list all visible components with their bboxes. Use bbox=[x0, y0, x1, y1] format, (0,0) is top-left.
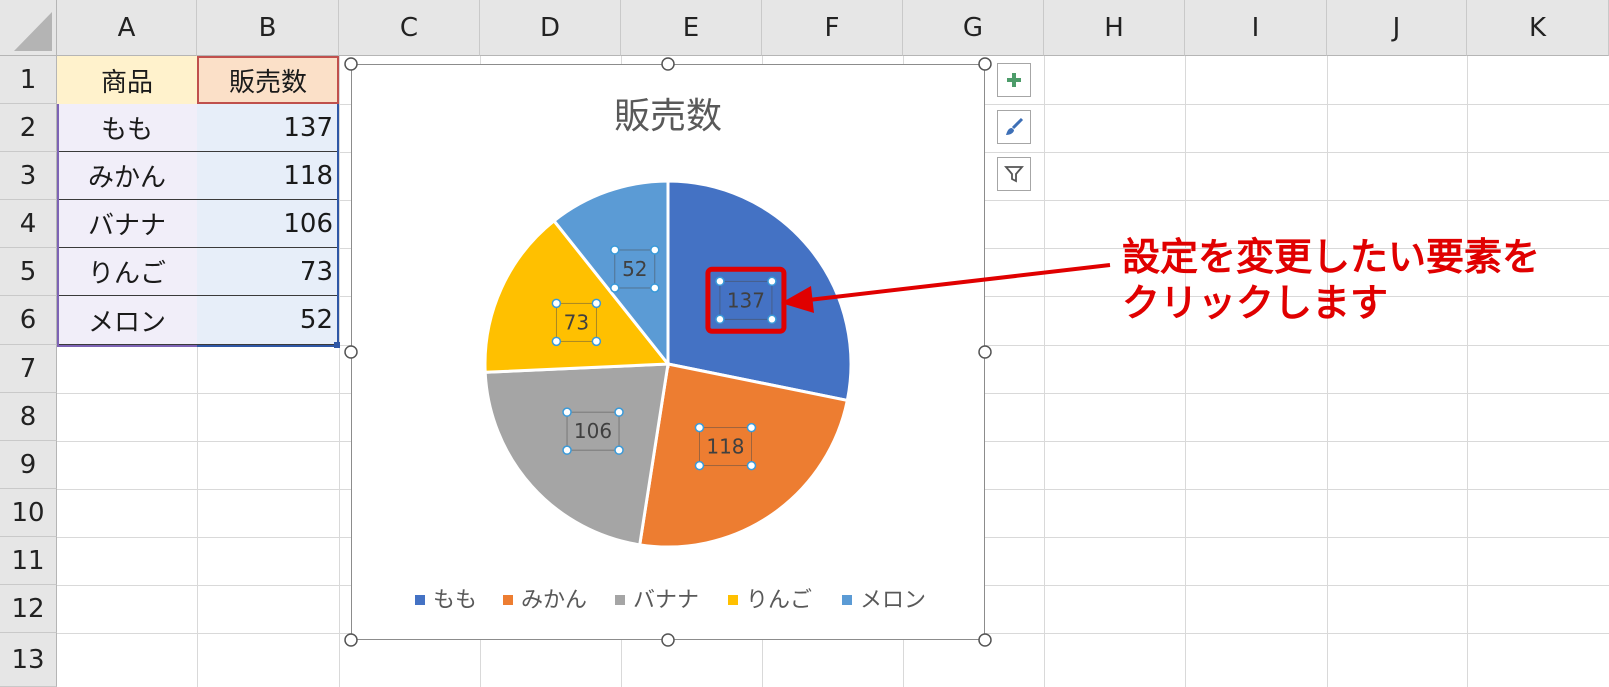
row-header-12[interactable]: 12 bbox=[0, 585, 57, 633]
row-header-13[interactable]: 13 bbox=[0, 633, 57, 687]
chart-filters-button[interactable] bbox=[997, 157, 1031, 191]
gridline-vertical bbox=[1327, 56, 1328, 687]
select-all-triangle-icon bbox=[14, 12, 52, 51]
row-header-1[interactable]: 1 bbox=[0, 56, 57, 104]
column-header-k[interactable]: K bbox=[1467, 0, 1609, 56]
column-header-j[interactable]: J bbox=[1327, 0, 1467, 56]
cell-sales[interactable]: 106 bbox=[197, 200, 339, 248]
column-header-f[interactable]: F bbox=[762, 0, 903, 56]
column-header-i[interactable]: I bbox=[1185, 0, 1327, 56]
cell-product[interactable]: みかん bbox=[57, 152, 197, 200]
annotation-line-2: クリックします bbox=[1122, 281, 1389, 325]
header-cell-product[interactable]: 商品 bbox=[57, 56, 197, 104]
cell-product[interactable]: もも bbox=[57, 104, 197, 152]
cell-sales[interactable]: 73 bbox=[197, 248, 339, 296]
gridline-vertical bbox=[1185, 56, 1186, 687]
table-outline-bottom-a bbox=[57, 345, 197, 347]
row-header-10[interactable]: 10 bbox=[0, 489, 57, 537]
column-header-e[interactable]: E bbox=[621, 0, 762, 56]
table-outline-right bbox=[337, 104, 339, 347]
annotation-line-1: 設定を変更したい要素を bbox=[1122, 235, 1541, 279]
cell-sales[interactable]: 52 bbox=[197, 296, 339, 345]
row-header-3[interactable]: 3 bbox=[0, 152, 57, 200]
row-header-2[interactable]: 2 bbox=[0, 104, 57, 152]
cell-product[interactable]: りんご bbox=[57, 248, 197, 296]
column-header-a[interactable]: A bbox=[57, 0, 197, 56]
chart-area[interactable] bbox=[351, 64, 985, 640]
range-handle[interactable] bbox=[334, 342, 340, 348]
brush-icon bbox=[1006, 117, 1024, 135]
cell-product[interactable]: バナナ bbox=[57, 200, 197, 248]
gridline-vertical bbox=[1044, 56, 1045, 687]
table-outline-bottom-b bbox=[197, 345, 339, 347]
row-header-8[interactable]: 8 bbox=[0, 393, 57, 441]
select-all-corner[interactable] bbox=[0, 0, 57, 56]
filter-icon bbox=[1004, 166, 1024, 183]
column-header-b[interactable]: B bbox=[197, 0, 339, 56]
column-header-d[interactable]: D bbox=[480, 0, 621, 56]
cell-product[interactable]: メロン bbox=[57, 296, 197, 345]
table-outline-left bbox=[57, 104, 59, 347]
row-header-11[interactable]: 11 bbox=[0, 537, 57, 585]
row-header-5[interactable]: 5 bbox=[0, 248, 57, 296]
column-header-c[interactable]: C bbox=[339, 0, 480, 56]
chart-elements-button[interactable] bbox=[997, 63, 1031, 97]
column-header-g[interactable]: G bbox=[903, 0, 1044, 56]
plus-icon bbox=[1007, 73, 1021, 87]
column-header-h[interactable]: H bbox=[1044, 0, 1185, 56]
row-header-6[interactable]: 6 bbox=[0, 296, 57, 345]
row-header-9[interactable]: 9 bbox=[0, 441, 57, 489]
cell-sales[interactable]: 137 bbox=[197, 104, 339, 152]
gridline-vertical bbox=[1467, 56, 1468, 687]
row-header-7[interactable]: 7 bbox=[0, 345, 57, 393]
cell-sales[interactable]: 118 bbox=[197, 152, 339, 200]
header-outline-b bbox=[197, 56, 339, 104]
row-header-4[interactable]: 4 bbox=[0, 200, 57, 248]
annotation-text: 設定を変更したい要素を クリックします bbox=[1122, 234, 1540, 326]
chart-styles-button[interactable] bbox=[997, 110, 1031, 144]
gridline-vertical bbox=[339, 56, 340, 687]
